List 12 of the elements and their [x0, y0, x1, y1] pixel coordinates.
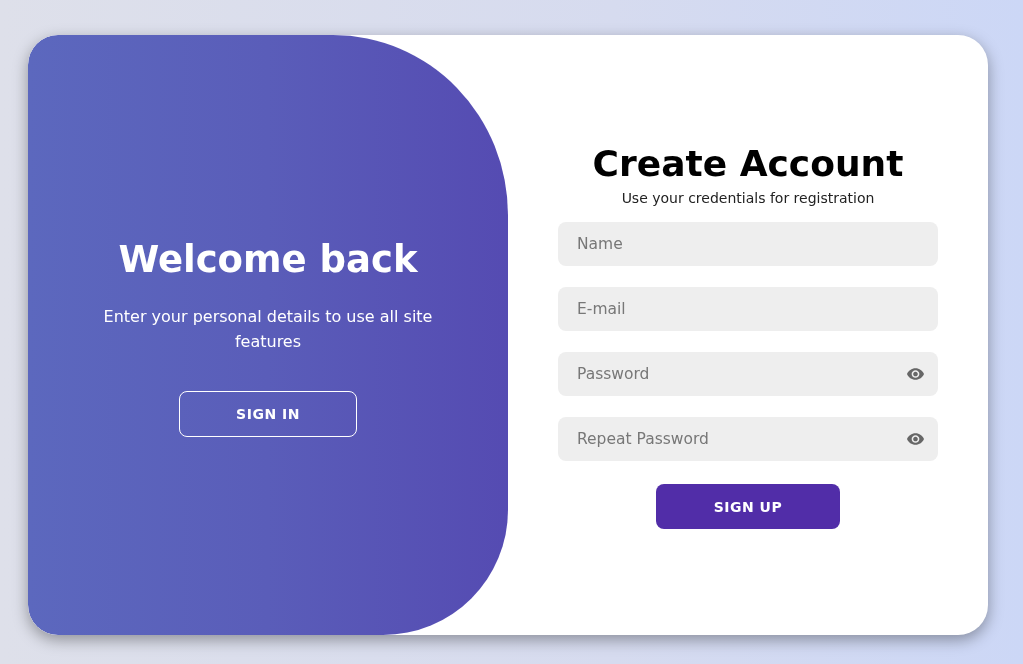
welcome-title: Welcome back [118, 236, 418, 282]
eye-icon[interactable] [907, 433, 924, 445]
form-subtitle: Use your credentials for registration [621, 189, 875, 208]
sign-in-button[interactable]: SIGN IN [179, 390, 357, 437]
text-field[interactable]: Name [558, 222, 938, 266]
sign-up-button[interactable]: SIGN UP [656, 484, 840, 529]
text-field[interactable]: E-mail [558, 287, 938, 331]
password-field[interactable]: Password [558, 352, 938, 396]
eye-icon[interactable] [907, 368, 924, 380]
password-field[interactable]: Repeat Password [558, 417, 938, 461]
form-title: Create Account [592, 142, 904, 186]
welcome-text: Enter your personal details to use all site features [102, 305, 434, 353]
